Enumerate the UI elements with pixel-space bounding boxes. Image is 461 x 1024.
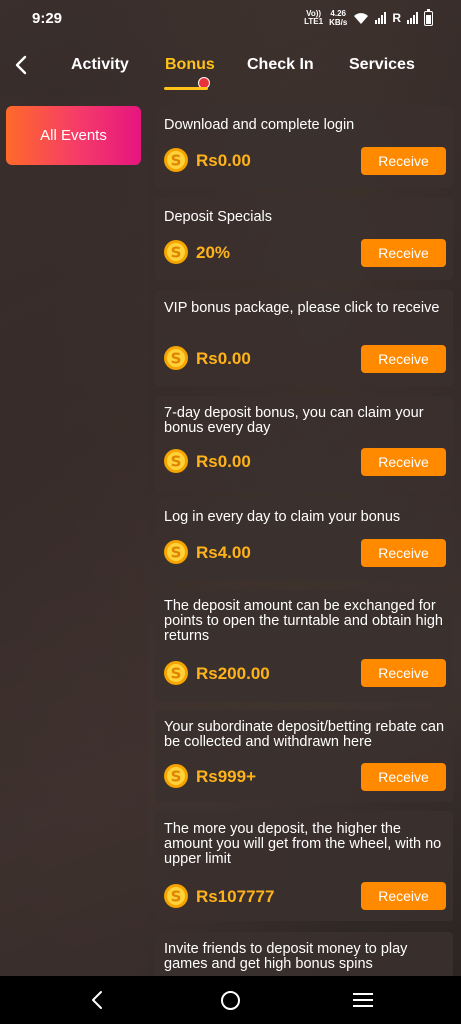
- bonus-title: Invite friends to deposit money to play …: [164, 941, 408, 972]
- status-time: 9:29: [32, 9, 63, 27]
- svg-text:S: S: [171, 244, 182, 262]
- bonus-card: The more you deposit, the higher the amo…: [155, 811, 453, 921]
- system-nav-bar: [0, 976, 461, 1024]
- speed-unit: KB/s: [329, 18, 348, 27]
- tab-activity[interactable]: Activity: [71, 56, 129, 74]
- coin-icon: S: [164, 884, 188, 908]
- receive-button[interactable]: Receive: [361, 147, 446, 175]
- receive-button[interactable]: Receive: [361, 763, 446, 791]
- network-speed: 4.26 KB/s: [329, 9, 347, 27]
- bonus-card: The deposit amount can be exchanged for …: [155, 590, 453, 702]
- system-home-icon[interactable]: [221, 991, 240, 1010]
- bonus-title: The more you deposit, the higher the amo…: [164, 821, 442, 867]
- bonus-amount: Rs0.00: [196, 452, 251, 471]
- receive-button[interactable]: Receive: [361, 239, 446, 267]
- volte-indicator: Vo)) LTE1: [304, 10, 323, 26]
- system-back-icon[interactable]: [89, 990, 105, 1010]
- bonus-card: VIP bonus package, please click to recei…: [155, 290, 453, 386]
- bonus-card: 7-day deposit bonus, you can claim your …: [155, 396, 453, 492]
- bonus-card: Log in every day to claim your bonus S R…: [155, 498, 453, 580]
- signal-icon: [375, 12, 387, 24]
- bonus-card: Your subordinate deposit/betting rebate …: [155, 710, 453, 802]
- signal-icon-2: [407, 12, 418, 24]
- receive-button[interactable]: Receive: [361, 659, 446, 687]
- bonus-amount: Rs999+: [196, 767, 257, 786]
- status-icons: Vo)) LTE1 4.26 KB/s R: [304, 8, 433, 27]
- tab-check-in[interactable]: Check In: [247, 56, 314, 74]
- volte-bottom: LTE1: [304, 17, 324, 26]
- roaming-indicator: R: [392, 11, 401, 25]
- receive-button[interactable]: Receive: [361, 448, 446, 476]
- bonus-title: Download and complete login: [164, 117, 355, 133]
- bonus-title: The deposit amount can be exchanged for …: [164, 598, 443, 644]
- bonus-amount: Rs200.00: [196, 664, 270, 683]
- sidebar: All Events: [0, 96, 148, 976]
- bonus-title: 7-day deposit bonus, you can claim your …: [164, 405, 424, 436]
- system-recents-icon[interactable]: [353, 993, 373, 1007]
- bonus-title: Log in every day to claim your bonus: [164, 509, 401, 525]
- back-arrow-icon[interactable]: [12, 54, 32, 76]
- coin-icon: S: [164, 540, 188, 564]
- tab-bonus[interactable]: Bonus: [165, 56, 215, 74]
- bonus-title: Deposit Specials: [164, 209, 272, 225]
- bonus-amount: Rs0.00: [196, 349, 251, 368]
- receive-button[interactable]: Receive: [361, 882, 446, 910]
- receive-button[interactable]: Receive: [361, 539, 446, 567]
- bonus-amount: Rs0.00: [196, 151, 251, 170]
- svg-text:S: S: [171, 768, 182, 786]
- receive-button[interactable]: Receive: [361, 345, 446, 373]
- svg-text:S: S: [171, 888, 182, 906]
- svg-text:S: S: [171, 152, 182, 170]
- bonus-title: Your subordinate deposit/betting rebate …: [164, 719, 445, 750]
- wifi-icon: [354, 12, 369, 24]
- svg-text:S: S: [171, 544, 182, 562]
- coin-icon: S: [164, 449, 188, 473]
- active-tab-indicator: [164, 87, 208, 90]
- screen: 9:29 Vo)) LTE1 4.26 KB/s R Activity Bonu…: [0, 0, 461, 1024]
- svg-text:S: S: [171, 453, 182, 471]
- bonus-card: Deposit Specials S 20% Receive: [155, 198, 453, 280]
- svg-text:S: S: [171, 665, 182, 683]
- bonus-card: Download and complete login S Rs0.00 Rec…: [155, 106, 453, 188]
- status-bar: 9:29 Vo)) LTE1 4.26 KB/s R: [0, 0, 461, 36]
- bonus-amount: Rs4.00: [196, 543, 251, 562]
- sidebar-item-all-events[interactable]: All Events: [6, 106, 141, 165]
- coin-icon: S: [164, 661, 188, 685]
- tab-services[interactable]: Services: [349, 56, 415, 74]
- bonus-amount: Rs107777: [196, 887, 275, 906]
- coin-icon: S: [164, 764, 188, 788]
- coin-icon: S: [164, 148, 188, 172]
- bonus-amount: 20%: [196, 243, 231, 262]
- top-nav: Activity Bonus Check In Services: [0, 36, 461, 94]
- battery-icon: [424, 8, 433, 26]
- coin-icon: S: [164, 240, 188, 264]
- bonus-title: VIP bonus package, please click to recei…: [164, 300, 440, 316]
- svg-text:S: S: [171, 350, 182, 368]
- speed-value: 4.26: [330, 9, 346, 18]
- coin-icon: S: [164, 346, 188, 370]
